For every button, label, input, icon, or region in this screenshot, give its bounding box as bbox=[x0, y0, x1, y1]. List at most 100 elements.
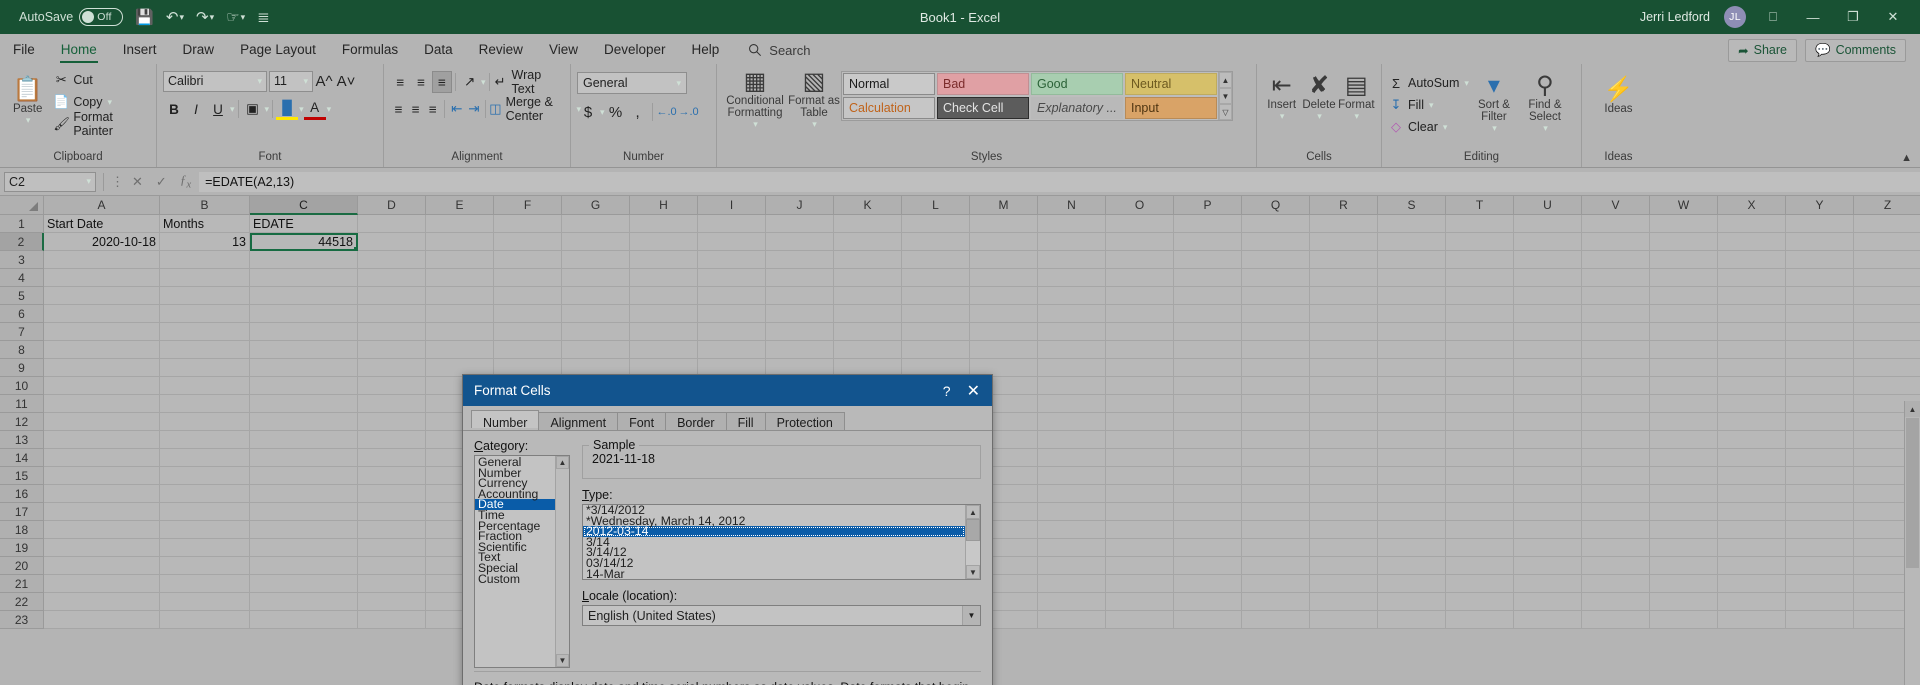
cell-Q4[interactable] bbox=[1242, 269, 1310, 287]
cell-A8[interactable] bbox=[44, 341, 160, 359]
row-header-10[interactable]: 10 bbox=[0, 377, 44, 395]
cell-Q17[interactable] bbox=[1242, 503, 1310, 521]
restore-button[interactable]: ❐ bbox=[1840, 9, 1866, 25]
cell-I6[interactable] bbox=[698, 305, 766, 323]
column-header-S[interactable]: S bbox=[1378, 196, 1446, 215]
cell-D2[interactable] bbox=[358, 233, 426, 251]
cell-N16[interactable] bbox=[1038, 485, 1106, 503]
cell-Y15[interactable] bbox=[1786, 467, 1854, 485]
cell-X1[interactable] bbox=[1718, 215, 1786, 233]
cell-V3[interactable] bbox=[1582, 251, 1650, 269]
cell-X16[interactable] bbox=[1718, 485, 1786, 503]
cell-U23[interactable] bbox=[1514, 611, 1582, 629]
cell-X18[interactable] bbox=[1718, 521, 1786, 539]
cell-C18[interactable] bbox=[250, 521, 358, 539]
cell-W8[interactable] bbox=[1650, 341, 1718, 359]
cell-D5[interactable] bbox=[358, 287, 426, 305]
cell-S23[interactable] bbox=[1378, 611, 1446, 629]
orientation-icon[interactable]: ↗ bbox=[459, 71, 480, 93]
cell-R10[interactable] bbox=[1310, 377, 1378, 395]
cell-Z8[interactable] bbox=[1854, 341, 1920, 359]
tab-help[interactable]: Help bbox=[679, 36, 733, 64]
tab-review[interactable]: Review bbox=[466, 36, 536, 64]
cell-E7[interactable] bbox=[426, 323, 494, 341]
cell-I7[interactable] bbox=[698, 323, 766, 341]
cell-W18[interactable] bbox=[1650, 521, 1718, 539]
cell-S20[interactable] bbox=[1378, 557, 1446, 575]
cell-O17[interactable] bbox=[1106, 503, 1174, 521]
cell-H1[interactable] bbox=[630, 215, 698, 233]
cell-X12[interactable] bbox=[1718, 413, 1786, 431]
cell-S3[interactable] bbox=[1378, 251, 1446, 269]
cell-P18[interactable] bbox=[1174, 521, 1242, 539]
cell-Q13[interactable] bbox=[1242, 431, 1310, 449]
cell-J2[interactable] bbox=[766, 233, 834, 251]
cell-K3[interactable] bbox=[834, 251, 902, 269]
formula-input[interactable]: =EDATE(A2,13) bbox=[199, 171, 1920, 192]
cell-V22[interactable] bbox=[1582, 593, 1650, 611]
cell-O9[interactable] bbox=[1106, 359, 1174, 377]
cell-F8[interactable] bbox=[494, 341, 562, 359]
cell-Q22[interactable] bbox=[1242, 593, 1310, 611]
style-good[interactable]: Good bbox=[1031, 73, 1123, 95]
cell-X17[interactable] bbox=[1718, 503, 1786, 521]
cell-U6[interactable] bbox=[1514, 305, 1582, 323]
cell-V14[interactable] bbox=[1582, 449, 1650, 467]
row-header-3[interactable]: 3 bbox=[0, 251, 44, 269]
tab-developer[interactable]: Developer bbox=[591, 36, 679, 64]
cell-Z4[interactable] bbox=[1854, 269, 1920, 287]
cell-N15[interactable] bbox=[1038, 467, 1106, 485]
cell-C14[interactable] bbox=[250, 449, 358, 467]
cell-O2[interactable] bbox=[1106, 233, 1174, 251]
cell-C12[interactable] bbox=[250, 413, 358, 431]
chevron-down-icon[interactable]: ▾ bbox=[230, 104, 235, 115]
cell-Z1[interactable] bbox=[1854, 215, 1920, 233]
cell-A14[interactable] bbox=[44, 449, 160, 467]
font-color-icon[interactable]: A bbox=[303, 98, 326, 120]
cell-M5[interactable] bbox=[970, 287, 1038, 305]
cell-Q15[interactable] bbox=[1242, 467, 1310, 485]
cell-L7[interactable] bbox=[902, 323, 970, 341]
cell-S6[interactable] bbox=[1378, 305, 1446, 323]
cell-I4[interactable] bbox=[698, 269, 766, 287]
cell-C20[interactable] bbox=[250, 557, 358, 575]
cell-E4[interactable] bbox=[426, 269, 494, 287]
cell-E3[interactable] bbox=[426, 251, 494, 269]
cell-S21[interactable] bbox=[1378, 575, 1446, 593]
cell-D9[interactable] bbox=[358, 359, 426, 377]
cell-W22[interactable] bbox=[1650, 593, 1718, 611]
underline-button[interactable]: U bbox=[207, 98, 229, 120]
cell-D20[interactable] bbox=[358, 557, 426, 575]
cell-O7[interactable] bbox=[1106, 323, 1174, 341]
cell-W17[interactable] bbox=[1650, 503, 1718, 521]
cell-A20[interactable] bbox=[44, 557, 160, 575]
cell-U12[interactable] bbox=[1514, 413, 1582, 431]
cell-B5[interactable] bbox=[160, 287, 250, 305]
cell-U10[interactable] bbox=[1514, 377, 1582, 395]
cell-D13[interactable] bbox=[358, 431, 426, 449]
cell-U20[interactable] bbox=[1514, 557, 1582, 575]
cell-U16[interactable] bbox=[1514, 485, 1582, 503]
style-calculation[interactable]: Calculation bbox=[843, 97, 935, 119]
style-input[interactable]: Input bbox=[1125, 97, 1217, 119]
cell-T3[interactable] bbox=[1446, 251, 1514, 269]
cell-U15[interactable] bbox=[1514, 467, 1582, 485]
cell-B4[interactable] bbox=[160, 269, 250, 287]
cell-V13[interactable] bbox=[1582, 431, 1650, 449]
cell-V16[interactable] bbox=[1582, 485, 1650, 503]
cell-T12[interactable] bbox=[1446, 413, 1514, 431]
cell-S18[interactable] bbox=[1378, 521, 1446, 539]
cell-Z5[interactable] bbox=[1854, 287, 1920, 305]
cell-C6[interactable] bbox=[250, 305, 358, 323]
tab-page-layout[interactable]: Page Layout bbox=[227, 36, 329, 64]
cell-V18[interactable] bbox=[1582, 521, 1650, 539]
row-header-14[interactable]: 14 bbox=[0, 449, 44, 467]
cell-N21[interactable] bbox=[1038, 575, 1106, 593]
cell-S4[interactable] bbox=[1378, 269, 1446, 287]
cell-A5[interactable] bbox=[44, 287, 160, 305]
cell-Q10[interactable] bbox=[1242, 377, 1310, 395]
cell-W4[interactable] bbox=[1650, 269, 1718, 287]
cell-M2[interactable] bbox=[970, 233, 1038, 251]
cell-T18[interactable] bbox=[1446, 521, 1514, 539]
italic-button[interactable]: I bbox=[185, 98, 207, 120]
